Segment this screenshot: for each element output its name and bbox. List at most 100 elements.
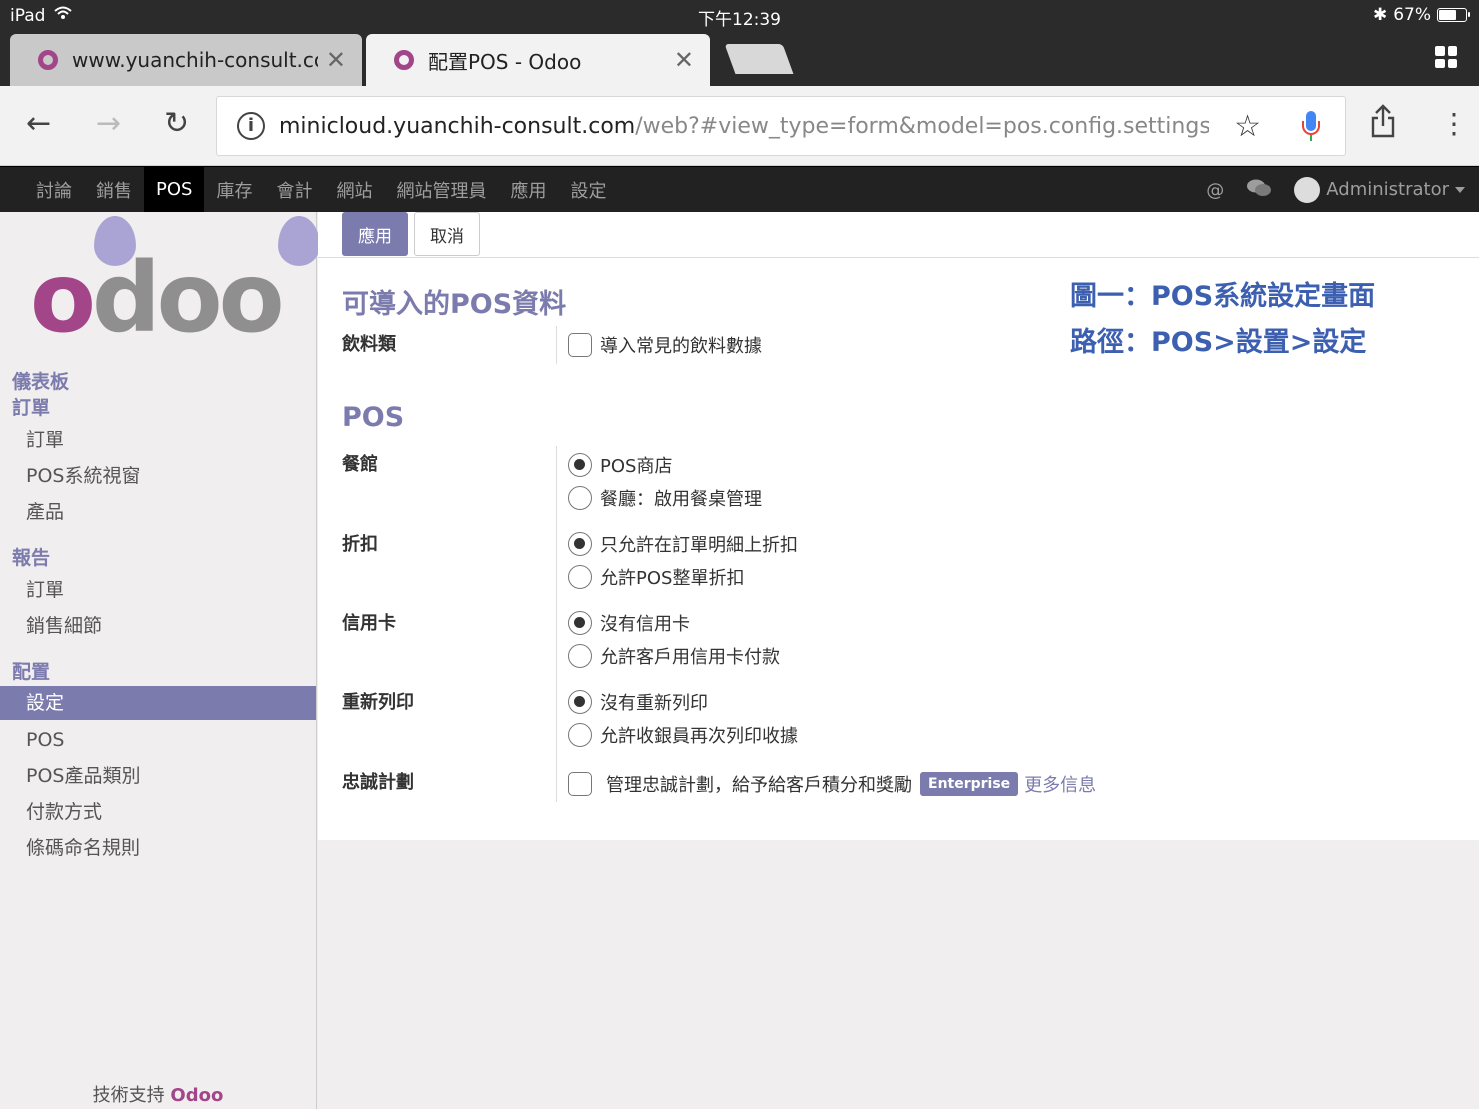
section-title-import: 可導入的POS資料 xyxy=(342,289,567,320)
menu-accounting[interactable]: 會計 xyxy=(264,167,324,212)
checkbox[interactable] xyxy=(568,333,592,357)
radio-restaurant[interactable]: 餐廳：啟用餐桌管理 xyxy=(568,485,762,511)
sidebar: odoo 儀表板 訂單 訂單 POS系統視窗 產品 報告 訂單 銷售細節 配置 … xyxy=(0,212,320,1109)
bookmark-star-icon[interactable]: ☆ xyxy=(1234,109,1261,144)
field-label-beverage: 飲料類 xyxy=(342,334,396,355)
address-bar[interactable]: i minicloud.yuanchih-consult.com/web?#vi… xyxy=(216,96,1346,156)
menu-website-admin[interactable]: 網站管理員 xyxy=(384,167,498,212)
tab-title: www.yuanchih-consult.com xyxy=(72,48,318,72)
radio[interactable] xyxy=(568,690,592,714)
field-label-reprint: 重新列印 xyxy=(342,692,414,713)
user-menu[interactable]: Administrator xyxy=(1294,177,1465,203)
odoo-main-menu: 討論 銷售 POS 庫存 會計 網站 網站管理員 應用 設定 @ Adminis… xyxy=(0,166,1479,212)
avatar xyxy=(1294,177,1321,203)
loyalty-checkbox[interactable]: 管理忠誠計劃，給予給客戶積分和獎勵 Enterprise 更多信息 xyxy=(568,771,1096,797)
new-tab-button[interactable] xyxy=(724,44,794,74)
clock: 下午12:39 xyxy=(698,10,781,30)
odoo-logo[interactable]: odoo xyxy=(30,212,320,354)
radio[interactable] xyxy=(568,611,592,635)
sidebar-item-orders[interactable]: 訂單 xyxy=(0,423,316,457)
field-label-discount: 折扣 xyxy=(342,534,378,555)
sidebar-item-report-orders[interactable]: 訂單 xyxy=(0,573,316,607)
menu-pos[interactable]: POS xyxy=(144,167,205,212)
section-title-pos: POS xyxy=(342,402,405,433)
back-arrow-icon[interactable]: ← xyxy=(26,104,51,144)
browser-tab-strip: www.yuanchih-consult.com ✕ 配置POS - Odoo … xyxy=(0,30,1479,86)
sidebar-item-payment-methods[interactable]: 付款方式 xyxy=(0,795,316,829)
powered-by: 技術支持 Odoo xyxy=(92,1085,224,1106)
battery-percent: 67% xyxy=(1393,5,1431,25)
divider xyxy=(556,446,557,802)
radio[interactable] xyxy=(568,644,592,668)
annotation-path: 路徑：POS>設置>設定 xyxy=(1070,327,1367,358)
radio[interactable] xyxy=(568,532,592,556)
sidebar-section-reports: 報告 xyxy=(12,547,51,569)
sidebar-item-pos-categories[interactable]: POS產品類別 xyxy=(0,759,316,793)
status-bar: iPad 下午12:39 ✱ 67% xyxy=(0,0,1479,30)
menu-sales[interactable]: 銷售 xyxy=(84,167,144,212)
radio-global-discount[interactable]: 允許POS整單折扣 xyxy=(568,564,744,590)
radio-pos-shop[interactable]: POS商店 xyxy=(568,452,672,478)
radio[interactable] xyxy=(568,565,592,589)
sidebar-item-sales-details[interactable]: 銷售細節 xyxy=(0,609,316,643)
field-label-credit-card: 信用卡 xyxy=(342,613,396,634)
sidebar-item-barcode-rules[interactable]: 條碼命名規則 xyxy=(0,831,316,865)
sidebar-section-config: 配置 xyxy=(12,661,51,683)
checkbox[interactable] xyxy=(568,772,592,796)
more-menu-icon[interactable]: ⋮ xyxy=(1440,104,1468,144)
settings-form: 可導入的POS資料 圖一：POS系統設定畫面 路徑：POS>設置>設定 飲料類 … xyxy=(318,258,1479,840)
radio-line-discount[interactable]: 只允許在訂單明細上折扣 xyxy=(568,531,798,557)
menu-settings[interactable]: 設定 xyxy=(558,167,618,212)
browser-toolbar: ← → ↻ i minicloud.yuanchih-consult.com/w… xyxy=(0,86,1479,166)
enterprise-badge: Enterprise xyxy=(920,772,1019,796)
sidebar-item-pos-session[interactable]: POS系統視窗 xyxy=(0,459,316,493)
empty-area xyxy=(318,840,1479,1109)
sidebar-item-pos[interactable]: POS xyxy=(0,723,316,757)
bluetooth-icon: ✱ xyxy=(1372,5,1388,25)
info-icon[interactable]: i xyxy=(237,112,265,140)
beverage-checkbox[interactable]: 導入常見的飲料數據 xyxy=(568,332,762,358)
battery-icon xyxy=(1437,8,1470,22)
radio[interactable] xyxy=(568,453,592,477)
menu-inventory[interactable]: 庫存 xyxy=(204,167,264,212)
tab-switcher-icon[interactable] xyxy=(1435,46,1457,68)
sidebar-item-products[interactable]: 產品 xyxy=(0,495,316,529)
radio-allow-credit-card[interactable]: 允許客戶用信用卡付款 xyxy=(568,643,780,669)
odoo-favicon-icon xyxy=(38,50,58,70)
share-icon[interactable] xyxy=(1370,104,1396,149)
odoo-favicon-icon xyxy=(394,50,414,70)
logo-drop xyxy=(278,216,320,266)
microphone-icon[interactable] xyxy=(1299,111,1323,143)
radio[interactable] xyxy=(568,723,592,747)
forward-arrow-icon[interactable]: → xyxy=(96,104,121,144)
radio-no-credit-card[interactable]: 沒有信用卡 xyxy=(568,610,690,636)
radio[interactable] xyxy=(568,486,592,510)
mention-icon[interactable]: @ xyxy=(1206,180,1224,201)
chat-bubbles-icon[interactable] xyxy=(1246,178,1272,203)
sidebar-section-orders: 訂單 xyxy=(12,397,51,419)
close-tab-icon[interactable]: ✕ xyxy=(326,46,346,74)
apply-button[interactable]: 應用 xyxy=(342,212,408,256)
field-label-restaurant: 餐館 xyxy=(342,454,378,475)
reload-icon[interactable]: ↻ xyxy=(164,104,189,144)
radio-allow-reprint[interactable]: 允許收銀員再次列印收據 xyxy=(568,722,798,748)
radio-no-reprint[interactable]: 沒有重新列印 xyxy=(568,689,708,715)
annotation-caption: 圖一：POS系統設定畫面 xyxy=(1070,281,1376,312)
sidebar-section-dashboard[interactable]: 儀表板 xyxy=(12,367,69,394)
caret-down-icon xyxy=(1455,187,1465,193)
menu-website[interactable]: 網站 xyxy=(324,167,384,212)
divider xyxy=(556,326,557,364)
control-panel: 應用 取消 xyxy=(318,212,1479,258)
browser-tab-yuanchih[interactable]: www.yuanchih-consult.com ✕ xyxy=(10,34,362,86)
powered-by-link[interactable]: Odoo xyxy=(170,1085,223,1106)
cancel-button[interactable]: 取消 xyxy=(414,212,480,256)
field-label-loyalty: 忠誠計劃 xyxy=(342,772,414,793)
more-info-link[interactable]: 更多信息 xyxy=(1024,771,1096,797)
browser-tab-odoo[interactable]: 配置POS - Odoo ✕ xyxy=(366,34,710,86)
url-text[interactable]: minicloud.yuanchih-consult.com/web?#view… xyxy=(279,114,1209,139)
sidebar-item-settings[interactable]: 設定 xyxy=(0,686,316,720)
tab-title: 配置POS - Odoo xyxy=(428,49,582,74)
close-tab-icon[interactable]: ✕ xyxy=(674,46,694,74)
menu-discuss[interactable]: 討論 xyxy=(24,167,84,212)
menu-apps[interactable]: 應用 xyxy=(498,167,558,212)
